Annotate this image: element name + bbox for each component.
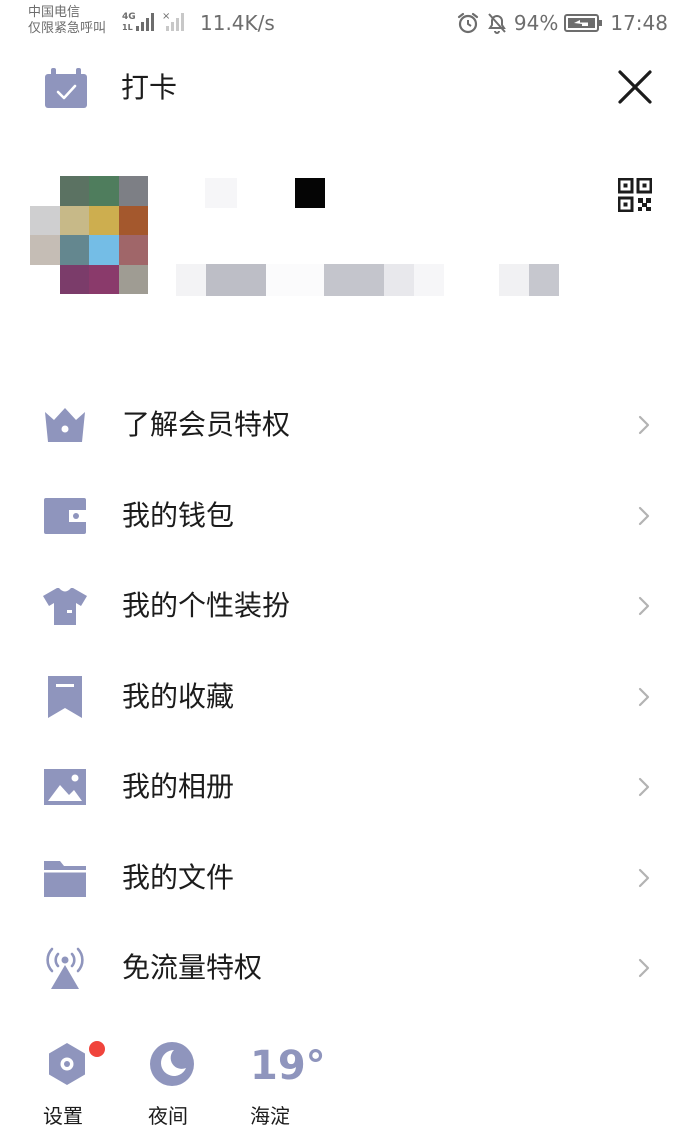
chevron-right-icon bbox=[638, 416, 650, 435]
chevron-right-icon bbox=[638, 506, 650, 525]
moon-icon bbox=[150, 1042, 194, 1086]
nickname-redacted-block bbox=[295, 178, 325, 208]
signal-strength-icon: 4G 1L × bbox=[122, 11, 184, 32]
battery-percent: 94% bbox=[513, 11, 559, 35]
menu-item-album[interactable]: 我的相册 bbox=[0, 742, 692, 833]
photo-icon bbox=[44, 769, 86, 806]
menu-item-favorites[interactable]: 我的收藏 bbox=[0, 652, 692, 743]
qr-code-icon bbox=[617, 177, 653, 213]
shirt-icon bbox=[43, 588, 87, 626]
menu-item-label: 了解会员特权 bbox=[122, 408, 291, 442]
signal-tower-icon bbox=[46, 947, 84, 990]
wallet-icon bbox=[44, 497, 86, 534]
chevron-right-icon bbox=[638, 868, 650, 887]
settings-label: 设置 bbox=[43, 1104, 83, 1128]
calendar-check-icon bbox=[45, 68, 87, 108]
status-right: 94% 17:48 bbox=[456, 9, 668, 37]
menu-item-wallet[interactable]: 我的钱包 bbox=[0, 471, 692, 562]
profile-section bbox=[0, 170, 692, 310]
chevron-right-icon bbox=[638, 778, 650, 797]
chevron-right-icon bbox=[638, 687, 650, 706]
chevron-right-icon bbox=[638, 959, 650, 978]
chevron-right-icon bbox=[638, 597, 650, 616]
weather-location: 海淀 bbox=[250, 1104, 290, 1128]
mute-bell-icon bbox=[488, 13, 506, 34]
settings-button[interactable]: 设置 bbox=[30, 1030, 110, 1135]
app-root: 中国电信 仅限紧急呼叫 4G 1L × 11.4K/s 94% 17:48 打卡… bbox=[0, 0, 692, 1145]
emergency-only-text: 仅限紧急呼叫 bbox=[28, 21, 107, 36]
carrier-info: 中国电信 仅限紧急呼叫 bbox=[28, 5, 106, 37]
clock-time: 17:48 bbox=[610, 11, 668, 35]
status-bar: 中国电信 仅限紧急呼叫 4G 1L × 11.4K/s 94% 17:48 bbox=[0, 0, 692, 44]
menu-item-vip-privileges[interactable]: 了解会员特权 bbox=[0, 380, 692, 471]
close-button[interactable] bbox=[614, 66, 656, 108]
checkin-button[interactable] bbox=[43, 66, 89, 110]
drawer-header: 打卡 bbox=[0, 60, 692, 114]
menu-item-files[interactable]: 我的文件 bbox=[0, 833, 692, 924]
menu-item-label: 我的收藏 bbox=[122, 679, 235, 713]
night-mode-button[interactable]: 夜间 bbox=[134, 1030, 214, 1135]
alarm-icon bbox=[457, 12, 479, 34]
menu-item-personal-dressup[interactable]: 我的个性装扮 bbox=[0, 561, 692, 652]
qr-code-button[interactable] bbox=[617, 177, 653, 213]
bottom-bar: 设置 夜间 19° 海淀 bbox=[0, 1030, 692, 1140]
notification-badge bbox=[89, 1041, 105, 1057]
night-mode-label: 夜间 bbox=[148, 1104, 188, 1128]
menu-item-label: 我的相册 bbox=[122, 770, 235, 804]
menu-item-label: 我的钱包 bbox=[122, 498, 235, 532]
battery-charging-icon bbox=[564, 14, 603, 32]
nickname-redacted-blur bbox=[205, 178, 237, 208]
svg-text:1L: 1L bbox=[122, 23, 133, 32]
weather-widget[interactable]: 19° 海淀 bbox=[236, 1030, 336, 1135]
carrier-name: 中国电信 bbox=[28, 5, 81, 20]
signature-redacted bbox=[176, 264, 566, 296]
network-speed: 11.4K/s bbox=[200, 11, 275, 35]
close-icon bbox=[618, 70, 652, 104]
temperature: 19° bbox=[250, 1043, 326, 1089]
menu-item-data-free[interactable]: 免流量特权 bbox=[0, 923, 692, 1014]
settings-hexagon-icon bbox=[49, 1043, 85, 1085]
menu-item-label: 免流量特权 bbox=[122, 951, 263, 985]
menu-list: 了解会员特权 我的钱包 我的个性装扮 我的收藏 我的相册 我的文件 免流量特权 bbox=[0, 380, 692, 1014]
bookmark-icon bbox=[48, 675, 82, 718]
menu-item-label: 我的个性装扮 bbox=[122, 589, 291, 623]
folder-icon bbox=[44, 860, 86, 897]
crown-icon bbox=[45, 408, 85, 443]
svg-text:×: × bbox=[162, 11, 170, 22]
svg-text:4G: 4G bbox=[122, 12, 136, 22]
avatar[interactable] bbox=[30, 176, 148, 294]
menu-item-label: 我的文件 bbox=[122, 860, 235, 894]
checkin-label[interactable]: 打卡 bbox=[121, 68, 177, 108]
